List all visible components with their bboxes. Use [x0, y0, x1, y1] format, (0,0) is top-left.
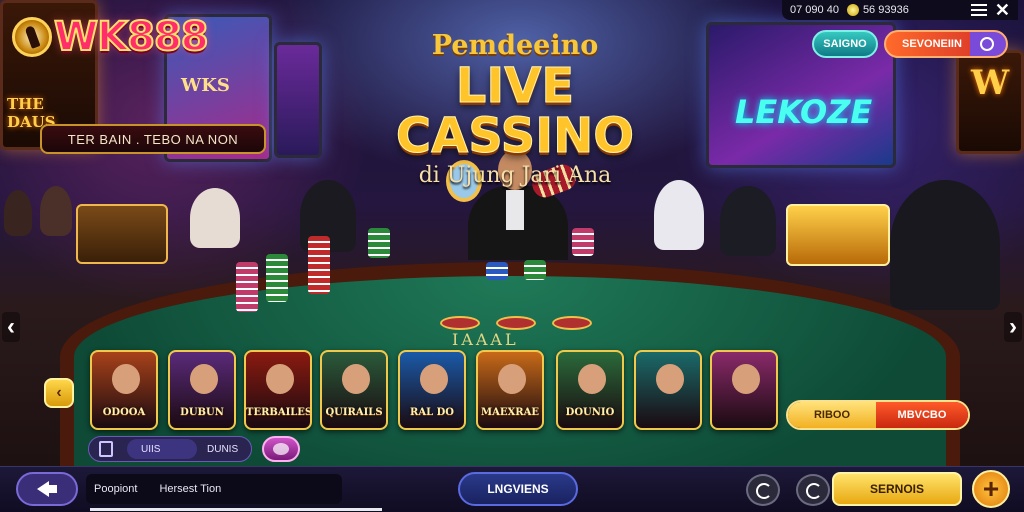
progress-line	[90, 508, 382, 511]
register-button[interactable]: SEVONEIIN	[884, 30, 1008, 58]
bet-spot[interactable]	[440, 316, 480, 330]
player-figure	[654, 180, 704, 250]
refresh-icon[interactable]	[746, 474, 780, 506]
game-tile[interactable]: ODOOA	[90, 350, 158, 430]
right-tv-text: LEKOZE	[735, 93, 873, 131]
filter-bar: UIIS DUNIS	[88, 436, 252, 462]
info-right-text: Hersest Tion	[159, 483, 222, 495]
bet-button-group: RIBOO MBVCBO	[786, 400, 970, 430]
player-figure	[720, 186, 776, 256]
game-tile[interactable]: QUIRAILS	[320, 350, 388, 430]
balance-pill[interactable]: 56 93936	[846, 4, 909, 16]
player-figure	[190, 188, 240, 248]
game-tile-art	[656, 364, 684, 394]
game-tile-art	[420, 364, 448, 394]
status-bar: 07 090 40 56 93936 ✕	[782, 0, 1018, 20]
player-figure	[890, 180, 1000, 310]
bet-right-button[interactable]: MBVCBO	[876, 402, 968, 428]
hero-pretitle: Pemdeeino	[431, 30, 599, 61]
game-tile-art	[190, 364, 218, 394]
game-tile[interactable]: MAEXRAE	[476, 350, 544, 430]
table-print-text: IAAAL	[452, 330, 519, 349]
game-tile-label: MAEXRAE	[481, 407, 539, 418]
close-icon[interactable]: ✕	[995, 1, 1010, 19]
game-tile-art	[266, 364, 294, 394]
game-strip-nav-button[interactable]: ‹	[44, 378, 74, 408]
filter-option-2[interactable]: DUNIS	[207, 444, 238, 455]
dealer-shirt	[506, 190, 524, 230]
game-tile-label: DUBUN	[180, 407, 224, 418]
hero-tagline: di Ujung Jari Ana	[418, 163, 612, 188]
chip-stack	[486, 262, 508, 280]
slot-machine	[76, 204, 168, 264]
info-left-text: Poopiont	[94, 483, 138, 495]
game-tile-art	[498, 364, 526, 394]
game-tile-art	[578, 364, 606, 394]
lobby-button[interactable]: LNGVIENS	[458, 472, 578, 506]
game-tile[interactable]: RAL DO	[398, 350, 466, 430]
prev-arrow-icon[interactable]: ‹	[2, 312, 20, 342]
game-tile[interactable]: DUBUN	[168, 350, 236, 430]
right-neon-sign: W	[956, 50, 1024, 154]
sign-in-button[interactable]: SAIGNO	[812, 30, 878, 58]
bet-left-button[interactable]: RIBOO	[788, 402, 876, 428]
promo-banner[interactable]: TER BAIN . TEBO NA NON	[40, 124, 266, 154]
game-tile[interactable]: TERBAILES	[244, 350, 312, 430]
register-label: SEVONEIIN	[902, 38, 962, 50]
chip-toggle-button[interactable]	[262, 436, 300, 462]
player-figure	[40, 186, 72, 236]
hero-headline: Pemdeeino LIVE CASSINO di Ujung Jari Ana	[330, 30, 700, 188]
game-tile-label: RAL DO	[410, 407, 454, 418]
coin-icon	[846, 4, 859, 16]
balance-text: 56 93936	[862, 4, 909, 16]
next-arrow-icon[interactable]: ›	[1004, 312, 1022, 342]
live-casino-lobby: THE DAUS WKS LEKOZE W IAAAL WK888 TER BA…	[0, 0, 1024, 512]
game-tile-art	[732, 364, 760, 394]
info-bar: Poopiont Hersest Tion	[86, 474, 342, 504]
back-arrow-icon	[37, 481, 49, 497]
right-neon-text: W	[971, 63, 1010, 103]
deposit-button[interactable]: SERNOIS	[832, 472, 962, 506]
filter-option-1[interactable]: UIIS	[127, 439, 197, 459]
game-tile-art	[112, 364, 140, 394]
history-icon[interactable]	[796, 474, 830, 506]
logo-emblem-icon	[12, 17, 52, 57]
back-arrow-tail	[49, 485, 57, 493]
filter-icon[interactable]	[99, 441, 113, 457]
game-tile[interactable]: DOUNIO	[556, 350, 624, 430]
chip-stack	[266, 254, 288, 302]
chip-stack	[236, 262, 258, 312]
game-tile-label: DOUNIO	[565, 407, 615, 418]
game-tile-label: ODOOA	[102, 407, 146, 418]
menu-icon[interactable]	[970, 4, 987, 16]
plus-button[interactable]: +	[972, 470, 1010, 508]
game-tile[interactable]	[710, 350, 778, 430]
game-tile[interactable]	[634, 350, 702, 430]
game-tile-label: QUIRAILS	[325, 407, 383, 418]
left-tv-screen-2	[274, 42, 322, 158]
chip-stack	[308, 236, 330, 294]
left-tv-text: WKS	[181, 75, 230, 96]
chip-stack	[524, 260, 546, 280]
player-figure	[4, 190, 32, 236]
logo-text: WK888	[53, 13, 210, 61]
bet-spot[interactable]	[552, 316, 592, 330]
slot-machine	[786, 204, 890, 266]
game-tile-label: TERBAILES	[246, 407, 312, 418]
clock-text: 07 090 40	[790, 4, 839, 16]
bet-spot[interactable]	[496, 316, 536, 330]
search-icon[interactable]	[980, 37, 994, 51]
chip-stack	[368, 228, 390, 258]
hero-title: LIVE CASSINO	[395, 58, 635, 164]
brand-logo[interactable]: WK888	[12, 13, 210, 61]
game-tile-art	[342, 364, 370, 394]
back-button[interactable]	[16, 472, 78, 506]
